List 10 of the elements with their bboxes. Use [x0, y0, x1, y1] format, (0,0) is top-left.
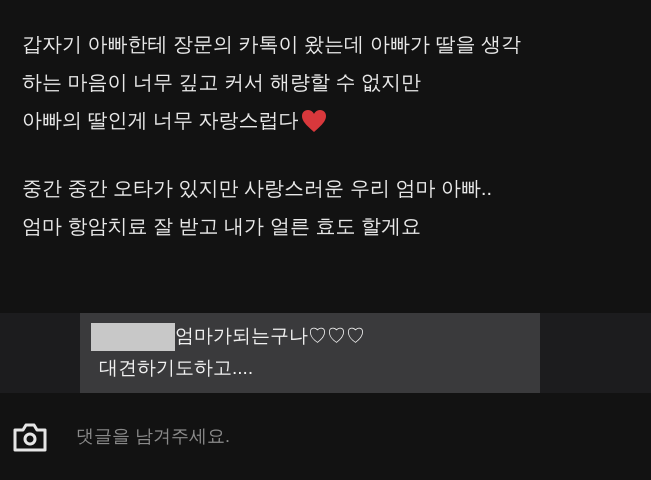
post-text-line: 갑자기 아빠한테 장문의 카톡이 왔는데 아빠가 딸을 생각 [22, 33, 521, 58]
post-text-line: 아빠의 딸인게 너무 자랑스럽다 [22, 109, 299, 134]
post-text-line: 엄마 항암치료 잘 받고 내가 얼른 효도 할게요 [22, 215, 421, 240]
comment-input[interactable]: 댓글을 남겨주세요. [76, 423, 576, 450]
comment-text-line: 대견하기도하고.... [98, 357, 254, 381]
heart-icon [300, 109, 327, 133]
post-text-line: 중간 중간 오타가 있지만 사랑스러운 우리 엄마 아빠.. [22, 177, 492, 202]
post-text-line: 하는 마음이 너무 깊고 커서 해량할 수 없지만 [22, 71, 421, 96]
camera-icon[interactable] [12, 420, 48, 452]
comment-text-line: 엄마가되는구나♡♡♡ [175, 325, 365, 349]
